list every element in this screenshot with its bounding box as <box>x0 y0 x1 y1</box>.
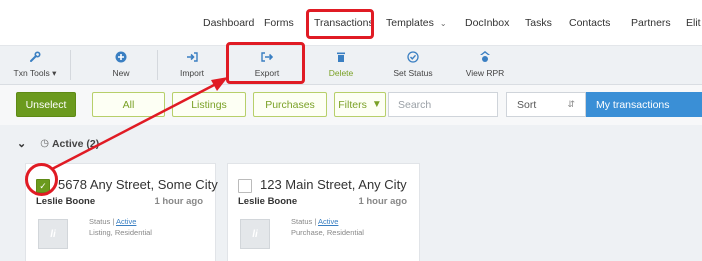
card-address[interactable]: 123 Main Street, Any City <box>260 177 407 192</box>
set-status-button[interactable]: Set Status <box>378 50 448 82</box>
nav-elite[interactable]: Elit <box>686 17 701 29</box>
transaction-card[interactable]: 123 Main Street, Any City Leslie Boone 1… <box>227 163 420 261</box>
sort-select[interactable]: Sort ⇵ <box>506 92 586 117</box>
caret-down-icon: ▾ <box>52 68 57 78</box>
nav-transactions[interactable]: Transactions <box>314 17 374 29</box>
search-input[interactable]: Search <box>388 92 498 117</box>
my-transactions-select[interactable]: My transactions <box>586 92 702 117</box>
txn-tools-label: Txn Tools <box>13 68 50 78</box>
divider <box>70 50 71 80</box>
export-button[interactable]: Export <box>232 50 302 82</box>
card-checkbox[interactable]: ✓ <box>36 179 50 193</box>
transactions-content: ⌄ ◷ Active (2) ✓ 5678 Any Street, Some C… <box>0 125 702 261</box>
card-type: Listing, Residential <box>89 228 152 237</box>
card-status: Status | Active Purchase, Residential <box>291 216 364 238</box>
card-checkbox[interactable] <box>238 179 252 193</box>
rpr-icon <box>450 50 520 64</box>
nav-tasks[interactable]: Tasks <box>525 17 552 29</box>
status-label: Status | <box>291 217 317 226</box>
txn-tools-button[interactable]: Txn Tools ▾ <box>0 50 70 82</box>
toolbar: Txn Tools ▾ New Import Export Delete Set… <box>0 46 702 85</box>
transaction-card[interactable]: ✓ 5678 Any Street, Some City Leslie Boon… <box>25 163 218 261</box>
top-nav: Dashboard Forms Transactions Templates ⌄ … <box>0 0 702 46</box>
card-type: Purchase, Residential <box>291 228 364 237</box>
card-time: 1 hour ago <box>358 196 407 207</box>
listing-thumbnail: li <box>240 219 270 249</box>
import-label: Import <box>179 68 205 78</box>
updown-icon: ⇵ <box>567 99 575 109</box>
card-status: Status | Active Listing, Residential <box>89 216 152 238</box>
section-title: Active (2) <box>51 137 100 150</box>
nav-templates[interactable]: Templates ⌄ <box>386 17 447 29</box>
import-button[interactable]: Import <box>157 50 227 82</box>
card-address[interactable]: 5678 Any Street, Some City <box>58 177 218 192</box>
listing-thumbnail: li <box>38 219 68 249</box>
delete-button[interactable]: Delete <box>306 50 376 82</box>
nav-templates-label: Templates <box>386 17 434 29</box>
filter-bar: Unselect All Listings Purchases Filters … <box>0 85 702 125</box>
set-status-label: Set Status <box>393 68 433 78</box>
new-label: New <box>112 68 130 78</box>
nav-docinbox[interactable]: DocInbox <box>465 17 509 29</box>
nav-contacts[interactable]: Contacts <box>569 17 610 29</box>
status-link[interactable]: Active <box>116 217 136 226</box>
nav-dashboard[interactable]: Dashboard <box>203 17 254 29</box>
nav-partners[interactable]: Partners <box>631 17 671 29</box>
search-placeholder: Search <box>398 98 432 111</box>
trash-icon <box>306 50 376 64</box>
wrench-icon <box>0 50 70 64</box>
view-rpr-button[interactable]: View RPR <box>450 50 520 82</box>
filter-listings-button[interactable]: Listings <box>172 92 246 117</box>
chevron-down-icon: ⌄ <box>439 19 447 28</box>
status-label: Status | <box>89 217 115 226</box>
clock-icon: ◷ <box>40 138 49 149</box>
unselect-button[interactable]: Unselect <box>16 92 76 117</box>
card-agent: Leslie Boone <box>238 196 298 207</box>
filters-label: Filters <box>338 98 367 111</box>
export-icon <box>232 50 302 64</box>
card-agent: Leslie Boone <box>36 196 96 207</box>
new-button[interactable]: New <box>86 50 156 82</box>
collapse-chevron-icon: ⌄ <box>17 138 27 150</box>
filter-all-button[interactable]: All <box>92 92 165 117</box>
filters-button[interactable]: Filters ▼ <box>334 92 386 117</box>
sort-label: Sort <box>517 98 537 111</box>
nav-forms[interactable]: Forms <box>264 17 294 29</box>
plus-circle-icon <box>86 50 156 64</box>
import-icon <box>157 50 227 64</box>
check-circle-icon <box>378 50 448 64</box>
active-section-header[interactable]: ⌄ ◷ Active (2) <box>17 137 100 151</box>
delete-label: Delete <box>328 68 354 78</box>
export-label: Export <box>254 68 280 78</box>
filter-purchases-button[interactable]: Purchases <box>253 92 327 117</box>
view-rpr-label: View RPR <box>465 68 505 78</box>
status-link[interactable]: Active <box>318 217 338 226</box>
card-time: 1 hour ago <box>154 196 203 207</box>
funnel-icon: ▼ <box>371 99 382 110</box>
